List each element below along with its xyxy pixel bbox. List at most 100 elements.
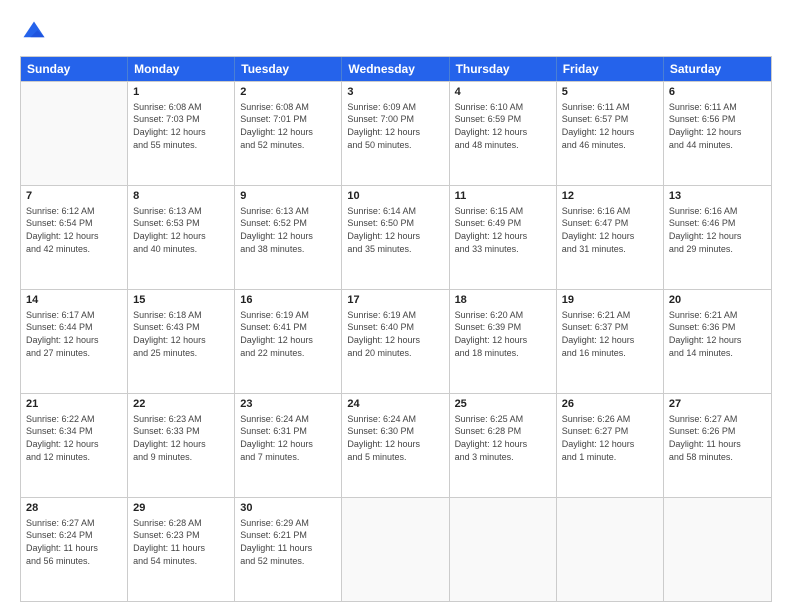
calendar-day-4: 4Sunrise: 6:10 AM Sunset: 6:59 PM Daylig… [450, 82, 557, 185]
calendar-row-1: 1Sunrise: 6:08 AM Sunset: 7:03 PM Daylig… [21, 81, 771, 185]
day-number: 17 [347, 293, 443, 308]
calendar-day-19: 19Sunrise: 6:21 AM Sunset: 6:37 PM Dayli… [557, 290, 664, 393]
day-number: 25 [455, 397, 551, 412]
page: SundayMondayTuesdayWednesdayThursdayFrid… [0, 0, 792, 612]
day-info: Sunrise: 6:24 AM Sunset: 6:30 PM Dayligh… [347, 413, 443, 463]
calendar-day-6: 6Sunrise: 6:11 AM Sunset: 6:56 PM Daylig… [664, 82, 771, 185]
calendar-empty-cell [557, 498, 664, 601]
day-number: 19 [562, 293, 658, 308]
day-number: 1 [133, 85, 229, 100]
day-info: Sunrise: 6:29 AM Sunset: 6:21 PM Dayligh… [240, 517, 336, 567]
day-info: Sunrise: 6:20 AM Sunset: 6:39 PM Dayligh… [455, 309, 551, 359]
calendar-day-30: 30Sunrise: 6:29 AM Sunset: 6:21 PM Dayli… [235, 498, 342, 601]
calendar-day-3: 3Sunrise: 6:09 AM Sunset: 7:00 PM Daylig… [342, 82, 449, 185]
calendar-day-12: 12Sunrise: 6:16 AM Sunset: 6:47 PM Dayli… [557, 186, 664, 289]
calendar-day-18: 18Sunrise: 6:20 AM Sunset: 6:39 PM Dayli… [450, 290, 557, 393]
day-info: Sunrise: 6:21 AM Sunset: 6:37 PM Dayligh… [562, 309, 658, 359]
day-info: Sunrise: 6:16 AM Sunset: 6:46 PM Dayligh… [669, 205, 766, 255]
calendar-empty-cell [21, 82, 128, 185]
weekday-header-wednesday: Wednesday [342, 57, 449, 81]
logo-icon [20, 18, 48, 46]
calendar-day-2: 2Sunrise: 6:08 AM Sunset: 7:01 PM Daylig… [235, 82, 342, 185]
day-info: Sunrise: 6:08 AM Sunset: 7:03 PM Dayligh… [133, 101, 229, 151]
logo [20, 18, 52, 46]
calendar-day-25: 25Sunrise: 6:25 AM Sunset: 6:28 PM Dayli… [450, 394, 557, 497]
calendar-row-2: 7Sunrise: 6:12 AM Sunset: 6:54 PM Daylig… [21, 185, 771, 289]
day-number: 6 [669, 85, 766, 100]
day-info: Sunrise: 6:27 AM Sunset: 6:26 PM Dayligh… [669, 413, 766, 463]
weekday-header-saturday: Saturday [664, 57, 771, 81]
day-number: 8 [133, 189, 229, 204]
day-info: Sunrise: 6:09 AM Sunset: 7:00 PM Dayligh… [347, 101, 443, 151]
day-info: Sunrise: 6:15 AM Sunset: 6:49 PM Dayligh… [455, 205, 551, 255]
day-info: Sunrise: 6:16 AM Sunset: 6:47 PM Dayligh… [562, 205, 658, 255]
day-number: 16 [240, 293, 336, 308]
day-info: Sunrise: 6:21 AM Sunset: 6:36 PM Dayligh… [669, 309, 766, 359]
day-info: Sunrise: 6:22 AM Sunset: 6:34 PM Dayligh… [26, 413, 122, 463]
calendar: SundayMondayTuesdayWednesdayThursdayFrid… [20, 56, 772, 602]
day-number: 30 [240, 501, 336, 516]
calendar-day-17: 17Sunrise: 6:19 AM Sunset: 6:40 PM Dayli… [342, 290, 449, 393]
header [20, 18, 772, 46]
day-number: 2 [240, 85, 336, 100]
day-info: Sunrise: 6:12 AM Sunset: 6:54 PM Dayligh… [26, 205, 122, 255]
calendar-day-7: 7Sunrise: 6:12 AM Sunset: 6:54 PM Daylig… [21, 186, 128, 289]
day-number: 27 [669, 397, 766, 412]
day-info: Sunrise: 6:28 AM Sunset: 6:23 PM Dayligh… [133, 517, 229, 567]
calendar-day-9: 9Sunrise: 6:13 AM Sunset: 6:52 PM Daylig… [235, 186, 342, 289]
weekday-header-sunday: Sunday [21, 57, 128, 81]
calendar-day-28: 28Sunrise: 6:27 AM Sunset: 6:24 PM Dayli… [21, 498, 128, 601]
calendar-day-20: 20Sunrise: 6:21 AM Sunset: 6:36 PM Dayli… [664, 290, 771, 393]
calendar-header: SundayMondayTuesdayWednesdayThursdayFrid… [21, 57, 771, 81]
calendar-day-21: 21Sunrise: 6:22 AM Sunset: 6:34 PM Dayli… [21, 394, 128, 497]
calendar-day-11: 11Sunrise: 6:15 AM Sunset: 6:49 PM Dayli… [450, 186, 557, 289]
day-number: 10 [347, 189, 443, 204]
day-info: Sunrise: 6:14 AM Sunset: 6:50 PM Dayligh… [347, 205, 443, 255]
day-number: 4 [455, 85, 551, 100]
calendar-day-8: 8Sunrise: 6:13 AM Sunset: 6:53 PM Daylig… [128, 186, 235, 289]
weekday-header-thursday: Thursday [450, 57, 557, 81]
day-info: Sunrise: 6:13 AM Sunset: 6:52 PM Dayligh… [240, 205, 336, 255]
calendar-day-27: 27Sunrise: 6:27 AM Sunset: 6:26 PM Dayli… [664, 394, 771, 497]
day-info: Sunrise: 6:13 AM Sunset: 6:53 PM Dayligh… [133, 205, 229, 255]
day-number: 5 [562, 85, 658, 100]
calendar-body: 1Sunrise: 6:08 AM Sunset: 7:03 PM Daylig… [21, 81, 771, 601]
day-info: Sunrise: 6:23 AM Sunset: 6:33 PM Dayligh… [133, 413, 229, 463]
day-number: 7 [26, 189, 122, 204]
day-info: Sunrise: 6:26 AM Sunset: 6:27 PM Dayligh… [562, 413, 658, 463]
day-number: 26 [562, 397, 658, 412]
calendar-day-16: 16Sunrise: 6:19 AM Sunset: 6:41 PM Dayli… [235, 290, 342, 393]
day-number: 29 [133, 501, 229, 516]
weekday-header-friday: Friday [557, 57, 664, 81]
day-info: Sunrise: 6:10 AM Sunset: 6:59 PM Dayligh… [455, 101, 551, 151]
calendar-row-3: 14Sunrise: 6:17 AM Sunset: 6:44 PM Dayli… [21, 289, 771, 393]
weekday-header-tuesday: Tuesday [235, 57, 342, 81]
calendar-day-23: 23Sunrise: 6:24 AM Sunset: 6:31 PM Dayli… [235, 394, 342, 497]
day-number: 21 [26, 397, 122, 412]
day-info: Sunrise: 6:27 AM Sunset: 6:24 PM Dayligh… [26, 517, 122, 567]
calendar-day-10: 10Sunrise: 6:14 AM Sunset: 6:50 PM Dayli… [342, 186, 449, 289]
calendar-day-29: 29Sunrise: 6:28 AM Sunset: 6:23 PM Dayli… [128, 498, 235, 601]
calendar-day-22: 22Sunrise: 6:23 AM Sunset: 6:33 PM Dayli… [128, 394, 235, 497]
day-number: 13 [669, 189, 766, 204]
day-info: Sunrise: 6:11 AM Sunset: 6:56 PM Dayligh… [669, 101, 766, 151]
day-info: Sunrise: 6:11 AM Sunset: 6:57 PM Dayligh… [562, 101, 658, 151]
day-info: Sunrise: 6:17 AM Sunset: 6:44 PM Dayligh… [26, 309, 122, 359]
day-number: 12 [562, 189, 658, 204]
day-info: Sunrise: 6:08 AM Sunset: 7:01 PM Dayligh… [240, 101, 336, 151]
day-info: Sunrise: 6:19 AM Sunset: 6:41 PM Dayligh… [240, 309, 336, 359]
weekday-header-monday: Monday [128, 57, 235, 81]
calendar-row-5: 28Sunrise: 6:27 AM Sunset: 6:24 PM Dayli… [21, 497, 771, 601]
calendar-day-5: 5Sunrise: 6:11 AM Sunset: 6:57 PM Daylig… [557, 82, 664, 185]
calendar-row-4: 21Sunrise: 6:22 AM Sunset: 6:34 PM Dayli… [21, 393, 771, 497]
calendar-day-15: 15Sunrise: 6:18 AM Sunset: 6:43 PM Dayli… [128, 290, 235, 393]
calendar-day-13: 13Sunrise: 6:16 AM Sunset: 6:46 PM Dayli… [664, 186, 771, 289]
calendar-empty-cell [664, 498, 771, 601]
day-number: 20 [669, 293, 766, 308]
day-number: 28 [26, 501, 122, 516]
day-number: 22 [133, 397, 229, 412]
day-info: Sunrise: 6:24 AM Sunset: 6:31 PM Dayligh… [240, 413, 336, 463]
calendar-day-1: 1Sunrise: 6:08 AM Sunset: 7:03 PM Daylig… [128, 82, 235, 185]
calendar-day-24: 24Sunrise: 6:24 AM Sunset: 6:30 PM Dayli… [342, 394, 449, 497]
day-number: 18 [455, 293, 551, 308]
